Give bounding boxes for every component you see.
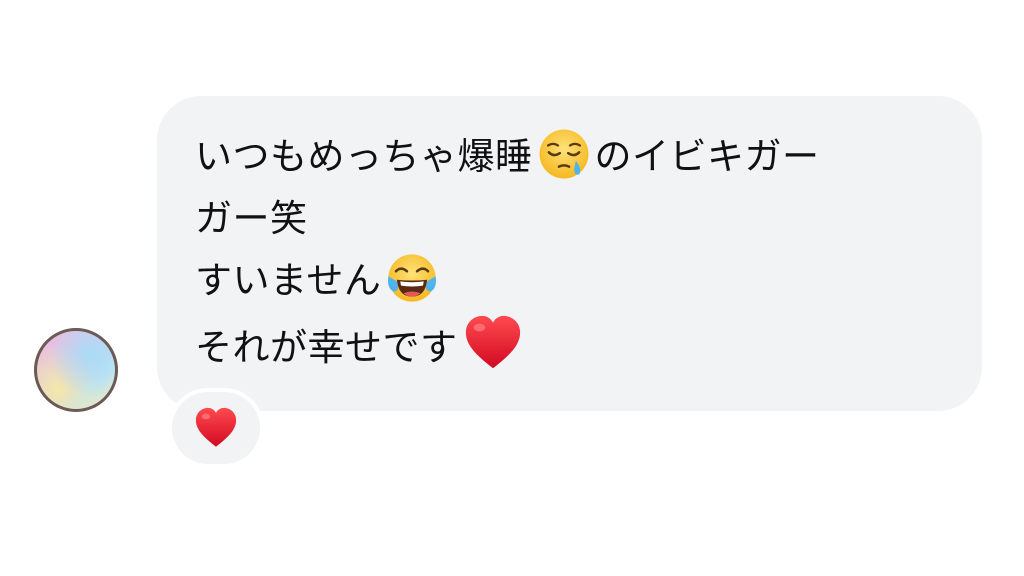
reaction-badge[interactable] — [172, 392, 260, 464]
red-heart-icon — [465, 315, 520, 369]
avatar[interactable] — [34, 328, 118, 412]
message-line: すいません — [195, 250, 952, 312]
sleepy-face-icon — [539, 129, 588, 179]
message-text: いつもめっちゃ爆睡 — [195, 135, 533, 178]
message-bubble[interactable]: いつもめっちゃ爆睡 のイビキガー ガー笑 すいません それが幸せです — [157, 96, 982, 411]
message-line: それが幸せです — [195, 312, 952, 379]
message-text: ガー笑 — [195, 197, 308, 240]
message-line: いつもめっちゃ爆睡 のイビキガー — [195, 126, 952, 188]
red-heart-icon — [195, 407, 237, 447]
message-text: すいません — [195, 259, 382, 302]
message-text: それが幸せです — [195, 326, 458, 369]
message-line: ガー笑 — [195, 188, 952, 250]
face-with-tears-of-joy-icon — [388, 254, 437, 302]
message-text: のイビキガー — [594, 135, 820, 178]
chat-thread: いつもめっちゃ爆睡 のイビキガー ガー笑 すいません それが幸せです — [0, 0, 1024, 576]
